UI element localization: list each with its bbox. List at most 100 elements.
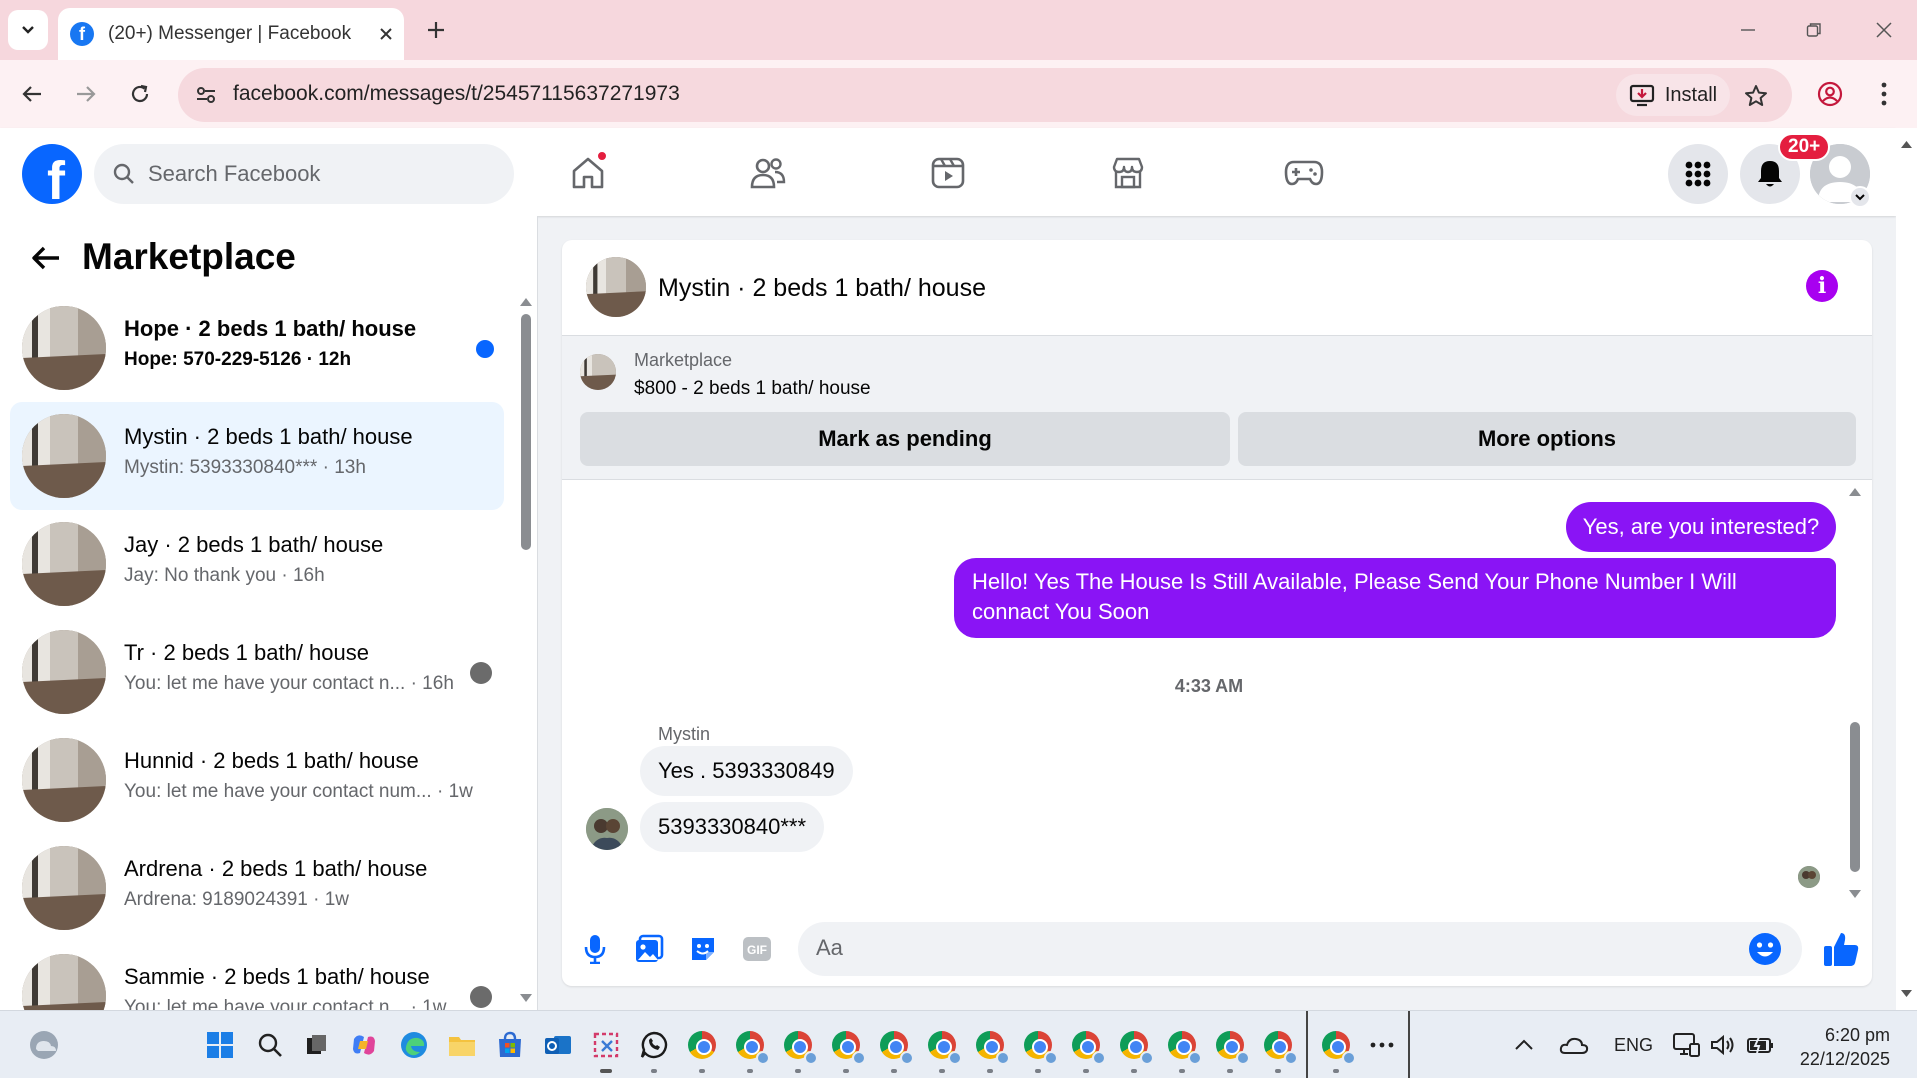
nav-video[interactable] bbox=[908, 148, 988, 198]
windows-start-icon[interactable] bbox=[202, 1027, 238, 1063]
address-bar[interactable]: facebook.com/messages/t/2545711563727197… bbox=[178, 68, 1792, 122]
chrome-taskbar-icon[interactable] bbox=[828, 1027, 866, 1073]
microsoft-store-icon[interactable] bbox=[492, 1027, 528, 1063]
volume-icon[interactable] bbox=[1704, 1027, 1740, 1063]
input-language[interactable]: ENG bbox=[1614, 1035, 1653, 1056]
chrome-taskbar-icon[interactable] bbox=[1212, 1027, 1250, 1073]
chrome-taskbar-icon[interactable] bbox=[1116, 1027, 1154, 1073]
conversation-item[interactable]: Tr · 2 beds 1 bath/ house You: let me ha… bbox=[10, 618, 504, 726]
info-icon[interactable]: i bbox=[1806, 270, 1838, 302]
nav-home[interactable] bbox=[548, 148, 628, 198]
url-text[interactable]: facebook.com/messages/t/2545711563727197… bbox=[233, 82, 680, 106]
page-scrollbar[interactable] bbox=[1896, 128, 1917, 1010]
chrome-taskbar-icon[interactable] bbox=[876, 1027, 914, 1073]
chrome-taskbar-icon[interactable] bbox=[924, 1027, 962, 1073]
task-view-icon[interactable] bbox=[298, 1027, 334, 1063]
microphone-icon[interactable] bbox=[578, 932, 612, 966]
message-input[interactable] bbox=[816, 935, 1716, 961]
sender-avatar[interactable] bbox=[586, 808, 628, 850]
reload-button[interactable] bbox=[120, 74, 160, 114]
browser-tab[interactable]: f (20+) Messenger | Facebook bbox=[58, 8, 404, 60]
photo-icon[interactable] bbox=[632, 932, 666, 966]
menu-button[interactable] bbox=[1668, 144, 1728, 204]
message-scrollbar-thumb[interactable] bbox=[1850, 722, 1860, 872]
chat-avatar[interactable] bbox=[586, 257, 646, 317]
copilot-icon[interactable] bbox=[346, 1027, 382, 1063]
tab-close-icon[interactable] bbox=[368, 16, 404, 52]
listing-thumbnail[interactable] bbox=[580, 354, 616, 390]
file-explorer-icon[interactable] bbox=[444, 1027, 480, 1063]
snipping-tool-icon[interactable] bbox=[588, 1027, 624, 1073]
chrome-taskbar-icon[interactable] bbox=[972, 1027, 1010, 1073]
conversation-item[interactable]: Mystin · 2 beds 1 bath/ house Mystin: 53… bbox=[10, 402, 504, 510]
whatsapp-icon[interactable] bbox=[636, 1027, 672, 1073]
nav-gaming[interactable] bbox=[1264, 148, 1344, 198]
onedrive-cloud-icon[interactable] bbox=[1556, 1027, 1592, 1063]
back-button[interactable] bbox=[12, 74, 52, 114]
browser-menu-button[interactable] bbox=[1864, 74, 1904, 114]
install-button[interactable]: Install bbox=[1616, 74, 1730, 116]
minimize-button[interactable] bbox=[1720, 10, 1776, 50]
restore-button[interactable] bbox=[1786, 10, 1842, 50]
nav-marketplace[interactable] bbox=[1088, 148, 1168, 198]
chrome-taskbar-icon[interactable] bbox=[1318, 1027, 1356, 1073]
emoji-icon[interactable] bbox=[1748, 932, 1782, 966]
running-indicator bbox=[795, 1069, 801, 1073]
conversation-item[interactable]: Ardrena · 2 beds 1 bath/ house Ardrena: … bbox=[10, 834, 504, 942]
more-options-button[interactable]: More options bbox=[1238, 412, 1856, 466]
forward-button[interactable] bbox=[66, 74, 106, 114]
facebook-search[interactable] bbox=[94, 144, 514, 204]
outgoing-message[interactable]: Yes, are you interested? bbox=[1566, 502, 1836, 552]
listing-price-title[interactable]: $800 - 2 beds 1 bath/ house bbox=[634, 378, 871, 400]
outgoing-message[interactable]: Hello! Yes The House Is Still Available,… bbox=[954, 558, 1836, 638]
chrome-taskbar-icon[interactable] bbox=[780, 1027, 818, 1073]
battery-icon[interactable] bbox=[1742, 1027, 1778, 1063]
back-arrow-icon[interactable] bbox=[28, 240, 64, 276]
edge-icon[interactable] bbox=[396, 1027, 432, 1063]
nav-friends[interactable] bbox=[728, 148, 808, 198]
site-info-icon[interactable] bbox=[192, 81, 220, 109]
video-icon bbox=[931, 157, 965, 189]
running-indicator bbox=[939, 1069, 945, 1073]
chrome-taskbar-icon[interactable] bbox=[1020, 1027, 1058, 1073]
outlook-icon[interactable] bbox=[540, 1027, 576, 1063]
chrome-taskbar-icon[interactable] bbox=[732, 1027, 770, 1073]
conversation-item[interactable]: Sammie · 2 beds 1 bath/ house You: let m… bbox=[10, 942, 504, 1010]
sticker-icon[interactable] bbox=[686, 932, 720, 966]
mark-as-pending-button[interactable]: Mark as pending bbox=[580, 412, 1230, 466]
bookmark-button[interactable] bbox=[1736, 76, 1776, 116]
chrome-taskbar-icon[interactable] bbox=[684, 1027, 720, 1073]
incoming-message[interactable]: 5393330840*** bbox=[640, 802, 825, 852]
scroll-down-icon[interactable] bbox=[1848, 888, 1862, 900]
conversation-item[interactable]: Jay · 2 beds 1 bath/ house Jay: No thank… bbox=[10, 510, 504, 618]
profile-badge bbox=[900, 1051, 914, 1065]
more-apps-icon[interactable] bbox=[1364, 1027, 1400, 1063]
scroll-up-icon[interactable] bbox=[1848, 486, 1862, 498]
taskbar-search-icon[interactable] bbox=[252, 1027, 288, 1063]
facebook-logo-icon[interactable]: f bbox=[22, 144, 82, 204]
chrome-taskbar-icon[interactable] bbox=[1164, 1027, 1202, 1073]
show-hidden-icons-chevron-icon[interactable] bbox=[1506, 1027, 1542, 1063]
tab-search-button[interactable] bbox=[8, 10, 48, 50]
running-indicator bbox=[1083, 1069, 1089, 1073]
chrome-taskbar-icon[interactable] bbox=[1260, 1027, 1298, 1073]
conversation-item[interactable]: Hunnid · 2 beds 1 bath/ house You: let m… bbox=[10, 726, 504, 834]
message-input-wrapper[interactable] bbox=[798, 922, 1802, 976]
conversation-item[interactable]: Hope · 2 beds 1 bath/ house Hope: 570-22… bbox=[10, 294, 504, 402]
close-window-button[interactable] bbox=[1856, 10, 1912, 50]
profile-icon bbox=[1817, 81, 1843, 107]
gif-icon[interactable]: GIF bbox=[740, 932, 774, 966]
weather-widget-icon[interactable] bbox=[26, 1027, 62, 1063]
system-clock[interactable]: 6:20 pm 22/12/2025 bbox=[1790, 1023, 1890, 1071]
search-input[interactable] bbox=[148, 161, 488, 187]
incoming-message[interactable]: Yes . 5393330849 bbox=[640, 746, 853, 796]
chat-title[interactable]: Mystin · 2 beds 1 bath/ house bbox=[658, 274, 986, 303]
thumbs-up-icon[interactable] bbox=[1822, 930, 1860, 968]
network-icon[interactable] bbox=[1668, 1027, 1704, 1063]
account-caret-icon[interactable] bbox=[1849, 186, 1871, 208]
conversation-scrollbar-thumb[interactable] bbox=[521, 314, 531, 550]
conversation-preview: You: let me have your contact n... · 16h bbox=[124, 673, 454, 694]
new-tab-button[interactable] bbox=[418, 10, 454, 50]
chrome-taskbar-icon[interactable] bbox=[1068, 1027, 1106, 1073]
browser-profile-button[interactable] bbox=[1810, 74, 1850, 114]
